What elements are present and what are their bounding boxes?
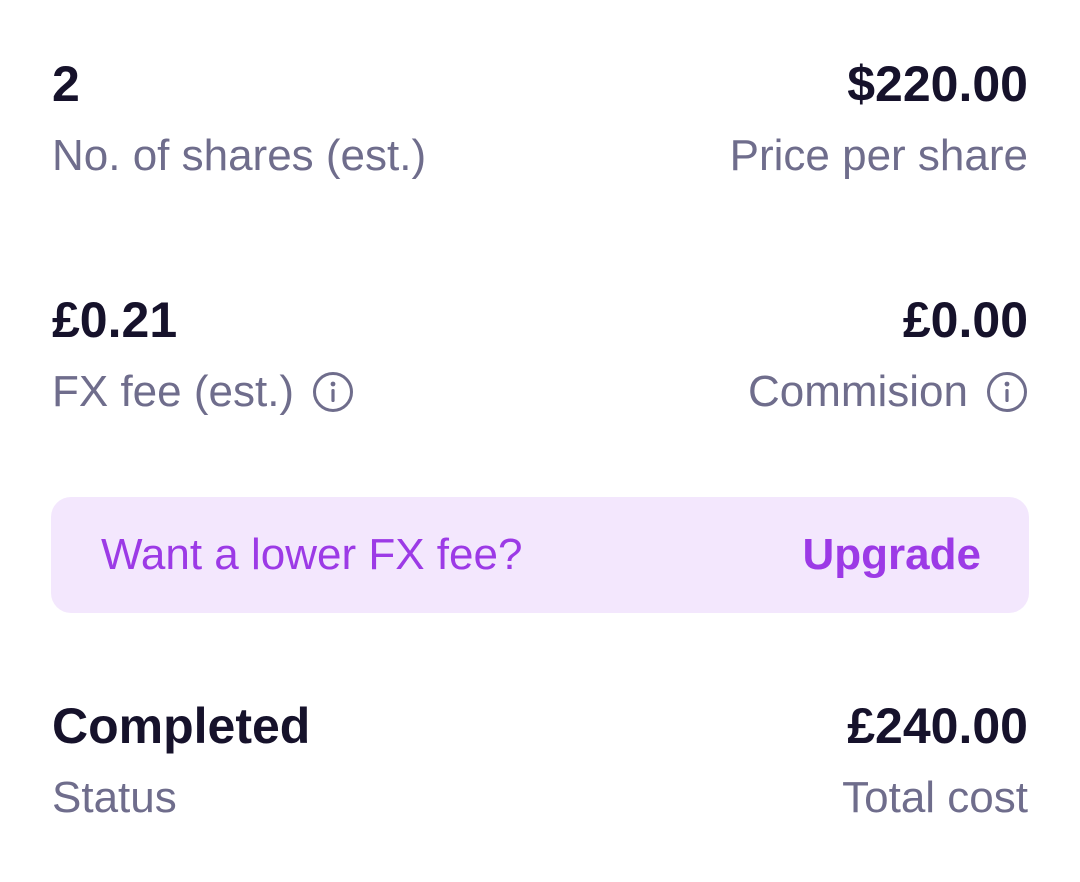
fx-fee-label-row: FX fee (est.) (52, 364, 354, 420)
commission-label-row: Commision (748, 364, 1028, 420)
commission-summary: £0.00 Commision (748, 290, 1028, 420)
upgrade-link[interactable]: Upgrade (803, 530, 981, 580)
price-per-share-label: Price per share (729, 131, 1028, 180)
total-cost-value: £240.00 (847, 698, 1028, 754)
info-icon[interactable] (312, 371, 354, 413)
total-cost-label: Total cost (842, 773, 1028, 822)
commission-label: Commision (747, 367, 968, 416)
status-summary: Completed Status (52, 696, 310, 826)
upgrade-banner: Want a lower FX fee? Upgrade (51, 497, 1029, 613)
status-label: Status (52, 773, 177, 822)
fx-fee-label: FX fee (est.) (52, 367, 295, 416)
total-summary: £240.00 Total cost (842, 696, 1028, 826)
price-per-share-value: $220.00 (847, 56, 1028, 112)
shares-summary: 2 No. of shares (est.) (52, 54, 426, 184)
upgrade-banner-text: Want a lower FX fee? (101, 530, 523, 579)
commission-value: £0.00 (902, 292, 1028, 348)
shares-count-value: 2 (52, 56, 80, 112)
shares-count-label: No. of shares (est.) (52, 131, 427, 180)
info-icon[interactable] (986, 371, 1028, 413)
price-summary: $220.00 Price per share (730, 54, 1028, 184)
fx-fee-value: £0.21 (52, 292, 178, 348)
fx-fee-summary: £0.21 FX fee (est.) (52, 290, 354, 420)
status-value: Completed (52, 698, 311, 754)
